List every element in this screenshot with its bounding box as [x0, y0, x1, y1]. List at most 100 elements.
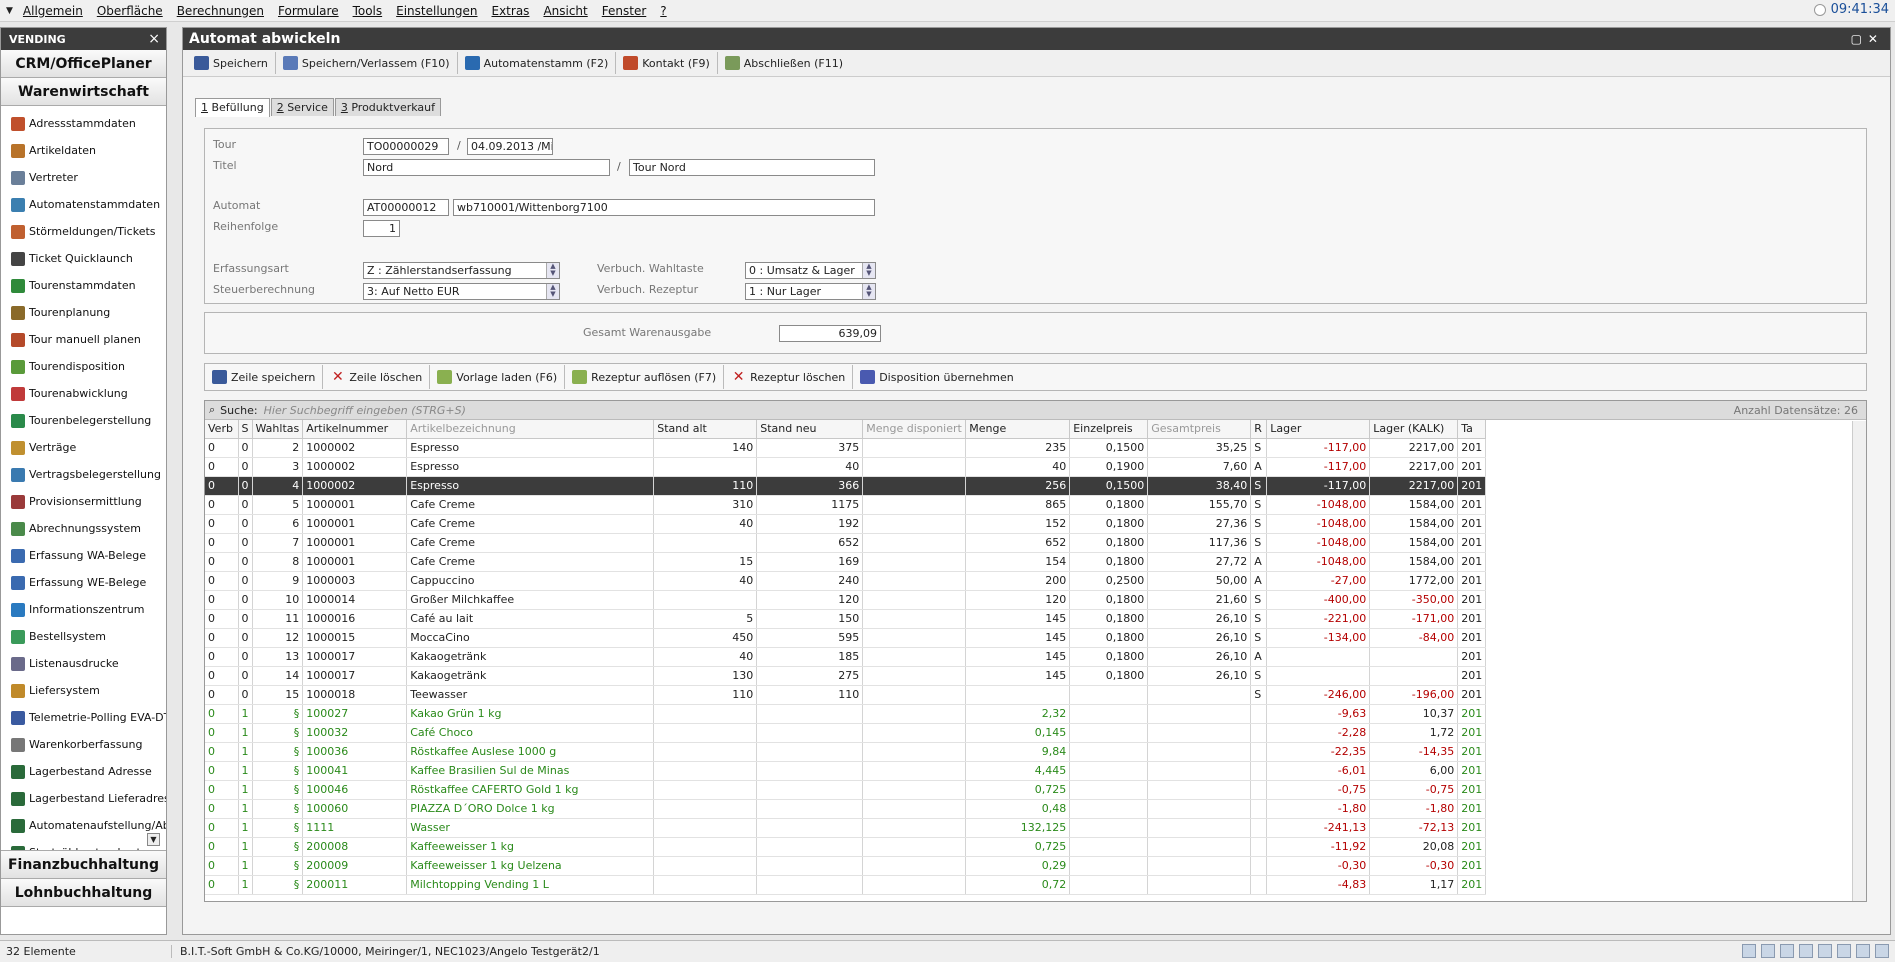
table-cell[interactable]: 0 — [238, 457, 253, 477]
menu-item-8[interactable]: Fenster — [595, 4, 654, 18]
table-cell[interactable]: 27,72 — [1147, 552, 1252, 572]
table-row[interactable]: 0 0 7 1000001 Cafe Creme 652 652 0,1800 117,36 S -… — [205, 533, 1487, 553]
table-cell[interactable] — [862, 457, 967, 477]
table-cell[interactable]: 0,72 — [965, 875, 1071, 895]
table-cell[interactable]: 1000014 — [302, 590, 408, 610]
table-cell[interactable]: 201 — [1457, 533, 1487, 553]
table-cell[interactable] — [862, 685, 967, 705]
table-cell[interactable]: 10 — [252, 590, 304, 610]
table-cell[interactable]: 201 — [1457, 761, 1487, 781]
table-cell[interactable]: MoccaCino — [406, 628, 655, 648]
table-cell[interactable] — [1369, 666, 1459, 686]
table-cell[interactable]: 20,08 — [1369, 837, 1459, 857]
reihenfolge-field[interactable]: 1 — [363, 220, 400, 237]
sidebar-item[interactable]: Erfassung WA-Belege — [1, 542, 166, 569]
table-cell[interactable]: 1 — [238, 856, 253, 876]
table-cell[interactable] — [1147, 799, 1252, 819]
table-cell[interactable] — [862, 495, 967, 515]
table-cell[interactable]: 366 — [756, 476, 864, 496]
titel-field[interactable]: Nord — [363, 159, 610, 176]
table-cell[interactable]: 26,10 — [1147, 609, 1252, 629]
table-cell[interactable]: 201 — [1457, 856, 1487, 876]
table-cell[interactable]: 235 — [965, 438, 1071, 458]
table-row[interactable]: 0 0 15 1000018 Teewasser 110 110 S -246,00 -196,0… — [205, 685, 1487, 705]
table-cell[interactable]: 1000001 — [302, 514, 408, 534]
table-cell[interactable] — [756, 742, 864, 762]
menu-item-2[interactable]: Berechnungen — [170, 4, 271, 18]
module-crm[interactable]: CRM/OfficePlaner — [1, 50, 166, 78]
table-cell[interactable]: 26,10 — [1147, 647, 1252, 667]
table-cell[interactable]: 0,1900 — [1069, 457, 1149, 477]
table-cell[interactable]: 1000001 — [302, 552, 408, 572]
table-cell[interactable]: 0,725 — [965, 837, 1071, 857]
table-cell[interactable]: 0 — [205, 818, 239, 838]
menu-arrow-icon[interactable]: ▼ — [0, 6, 16, 16]
column-header[interactable]: Einzelpreis — [1069, 420, 1149, 439]
table-cell[interactable]: Wasser — [406, 818, 655, 838]
table-cell[interactable]: S — [1250, 609, 1268, 629]
table-cell[interactable]: 1 — [238, 875, 253, 895]
table-cell[interactable] — [653, 780, 758, 800]
table-cell[interactable]: Großer Milchkaffee — [406, 590, 655, 610]
table-cell[interactable]: 1000002 — [302, 457, 408, 477]
resolve-recipe-button[interactable]: Rezeptur auflösen (F7) — [565, 365, 725, 389]
table-cell[interactable]: 100041 — [302, 761, 408, 781]
sidebar-item[interactable]: Störmeldungen/Tickets — [1, 218, 166, 245]
column-header[interactable]: Lager (KALK) — [1369, 420, 1459, 439]
table-cell[interactable]: § — [252, 761, 304, 781]
table-cell[interactable]: 12 — [252, 628, 304, 648]
table-cell[interactable]: 0 — [205, 761, 239, 781]
table-cell[interactable]: 0 — [205, 742, 239, 762]
apply-disposition-button[interactable]: Disposition übernehmen — [853, 365, 1021, 389]
table-cell[interactable]: 132,125 — [965, 818, 1071, 838]
table-cell[interactable]: -0,30 — [1369, 856, 1459, 876]
table-cell[interactable]: Kakaogetränk — [406, 647, 655, 667]
table-cell[interactable]: 1 — [238, 723, 253, 743]
table-cell[interactable]: -246,00 — [1266, 685, 1371, 705]
table-cell[interactable]: 0 — [238, 609, 253, 629]
table-cell[interactable] — [1147, 780, 1252, 800]
table-cell[interactable]: 0 — [238, 514, 253, 534]
table-cell[interactable]: 0,1800 — [1069, 514, 1149, 534]
erfassungsart-select[interactable]: Z : Zählerstandserfassung ▲ ▼ — [363, 262, 560, 279]
column-header[interactable]: S — [238, 420, 253, 439]
table-cell[interactable] — [1069, 856, 1149, 876]
table-cell[interactable]: § — [252, 723, 304, 743]
table-cell[interactable]: 201 — [1457, 628, 1487, 648]
table-cell[interactable]: 201 — [1457, 723, 1487, 743]
table-cell[interactable] — [1069, 780, 1149, 800]
table-cell[interactable]: 1584,00 — [1369, 514, 1459, 534]
table-cell[interactable]: 0,1800 — [1069, 533, 1149, 553]
save-row-button[interactable]: Zeile speichern — [205, 365, 324, 389]
table-cell[interactable]: 1 — [238, 837, 253, 857]
table-cell[interactable]: 100046 — [302, 780, 408, 800]
sidebar-item[interactable]: Tour manuell planen — [1, 326, 166, 353]
table-cell[interactable]: 40 — [653, 514, 758, 534]
table-cell[interactable]: 0 — [238, 647, 253, 667]
sidebar-item[interactable]: Verträge — [1, 434, 166, 461]
table-cell[interactable]: Kakao Grün 1 kg — [406, 704, 655, 724]
table-cell[interactable]: 256 — [965, 476, 1071, 496]
table-cell[interactable] — [1250, 818, 1268, 838]
table-cell[interactable]: 4,445 — [965, 761, 1071, 781]
table-cell[interactable]: 150 — [756, 609, 864, 629]
table-cell[interactable]: -400,00 — [1266, 590, 1371, 610]
column-header[interactable]: Stand neu — [756, 420, 864, 439]
table-cell[interactable]: 0 — [205, 837, 239, 857]
table-cell[interactable] — [862, 875, 967, 895]
table-cell[interactable]: 0,1800 — [1069, 628, 1149, 648]
table-cell[interactable] — [653, 533, 758, 553]
table-cell[interactable] — [1069, 875, 1149, 895]
table-cell[interactable]: § — [252, 742, 304, 762]
table-cell[interactable]: Kaffee Brasilien Sul de Minas — [406, 761, 655, 781]
menu-item-5[interactable]: Einstellungen — [389, 4, 484, 18]
table-cell[interactable]: 9 — [252, 571, 304, 591]
table-cell[interactable]: 1000017 — [302, 666, 408, 686]
table-cell[interactable] — [756, 875, 864, 895]
table-cell[interactable]: 145 — [965, 609, 1071, 629]
table-cell[interactable] — [1147, 875, 1252, 895]
table-cell[interactable]: Kaffeeweisser 1 kg — [406, 837, 655, 857]
table-cell[interactable]: 0 — [205, 438, 239, 458]
table-cell[interactable]: 2217,00 — [1369, 457, 1459, 477]
table-cell[interactable] — [653, 818, 758, 838]
